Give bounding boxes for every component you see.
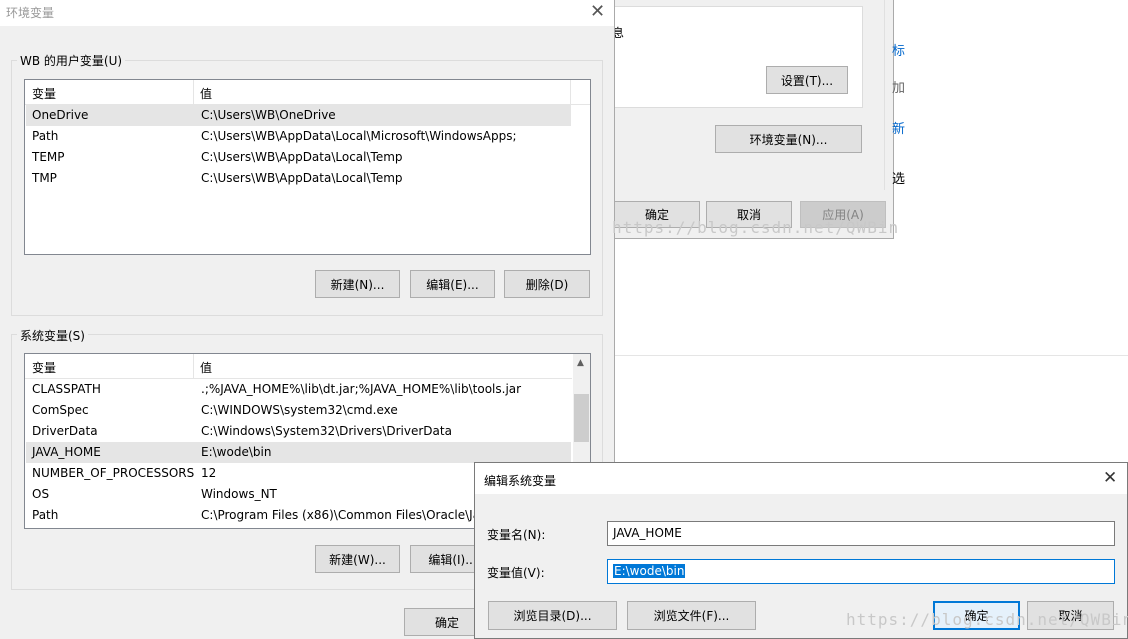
- user-delete-button[interactable]: 删除(D): [504, 270, 590, 298]
- edit-dialog-title: 编辑系统变量: [484, 474, 557, 488]
- column-header-value[interactable]: 值: [200, 85, 212, 102]
- lower-divider: [615, 355, 1128, 356]
- browse-directory-button[interactable]: 浏览目录(D)...: [488, 601, 617, 630]
- user-var-row[interactable]: OneDrive C:\Users\WB\OneDrive: [26, 105, 571, 126]
- user-edit-button[interactable]: 编辑(E)...: [410, 270, 495, 298]
- right-panel-char-3[interactable]: 新: [892, 118, 905, 137]
- system-vars-header: 变量 值: [25, 354, 572, 379]
- right-panel-char-2: 加: [892, 81, 906, 96]
- variable-value-input[interactable]: E:\wode\bin: [607, 559, 1115, 584]
- browse-file-button[interactable]: 浏览文件(F)...: [627, 601, 756, 630]
- close-icon[interactable]: ✕: [1103, 468, 1117, 488]
- system-properties-window: 息 设置(T)... 环境变量(N)... 确定 取消 应用(A): [600, 0, 894, 239]
- right-panel-char-1[interactable]: 标: [892, 40, 905, 59]
- close-icon[interactable]: ✕: [590, 1, 605, 22]
- user-new-button[interactable]: 新建(N)...: [315, 270, 400, 298]
- user-vars-list[interactable]: 变量 值 OneDrive C:\Users\WB\OneDrive Path …: [24, 79, 591, 255]
- title-bar: 环境变量 ✕: [0, 0, 614, 26]
- system-var-row[interactable]: DriverData C:\Windows\System32\Drivers\D…: [26, 421, 571, 442]
- right-panel-divider: [884, 0, 885, 190]
- user-var-row[interactable]: TEMP C:\Users\WB\AppData\Local\Temp: [26, 147, 571, 168]
- system-new-button[interactable]: 新建(W)...: [315, 545, 400, 573]
- settings-button[interactable]: 设置(T)...: [766, 66, 848, 94]
- user-vars-group-label: WB 的用户变量(U): [17, 52, 126, 69]
- user-vars-header: 变量 值: [25, 80, 590, 105]
- watermark: https://blog.csdn.net/QWBin: [846, 610, 1128, 629]
- environment-variables-button[interactable]: 环境变量(N)...: [715, 125, 862, 153]
- selected-text: E:\wode\bin: [613, 564, 686, 578]
- system-vars-group-label: 系统变量(S): [17, 327, 88, 344]
- system-var-row[interactable]: JAVA_HOME E:\wode\bin: [26, 442, 571, 463]
- column-header-variable[interactable]: 变量: [32, 359, 56, 376]
- user-var-row[interactable]: Path C:\Users\WB\AppData\Local\Microsoft…: [26, 126, 571, 147]
- user-var-row[interactable]: TMP C:\Users\WB\AppData\Local\Temp: [26, 168, 571, 189]
- dialog-title: 环境变量: [6, 6, 55, 20]
- column-header-value[interactable]: 值: [200, 359, 212, 376]
- scroll-thumb[interactable]: [574, 394, 589, 442]
- column-header-variable[interactable]: 变量: [32, 85, 56, 102]
- system-var-row[interactable]: CLASSPATH .;%JAVA_HOME%\lib\dt.jar;%JAVA…: [26, 379, 571, 400]
- variable-value-label: 变量值(V):: [487, 566, 545, 580]
- scroll-up-icon[interactable]: ▲: [577, 358, 584, 368]
- edit-title-bar: 编辑系统变量 ✕: [475, 463, 1127, 494]
- right-panel-char-4: 选: [892, 172, 906, 187]
- variable-name-label: 变量名(N):: [487, 528, 546, 542]
- system-var-row[interactable]: ComSpec C:\WINDOWS\system32\cmd.exe: [26, 400, 571, 421]
- variable-name-input[interactable]: JAVA_HOME: [607, 521, 1115, 546]
- watermark: https://blog.csdn.net/QWBin: [612, 218, 900, 237]
